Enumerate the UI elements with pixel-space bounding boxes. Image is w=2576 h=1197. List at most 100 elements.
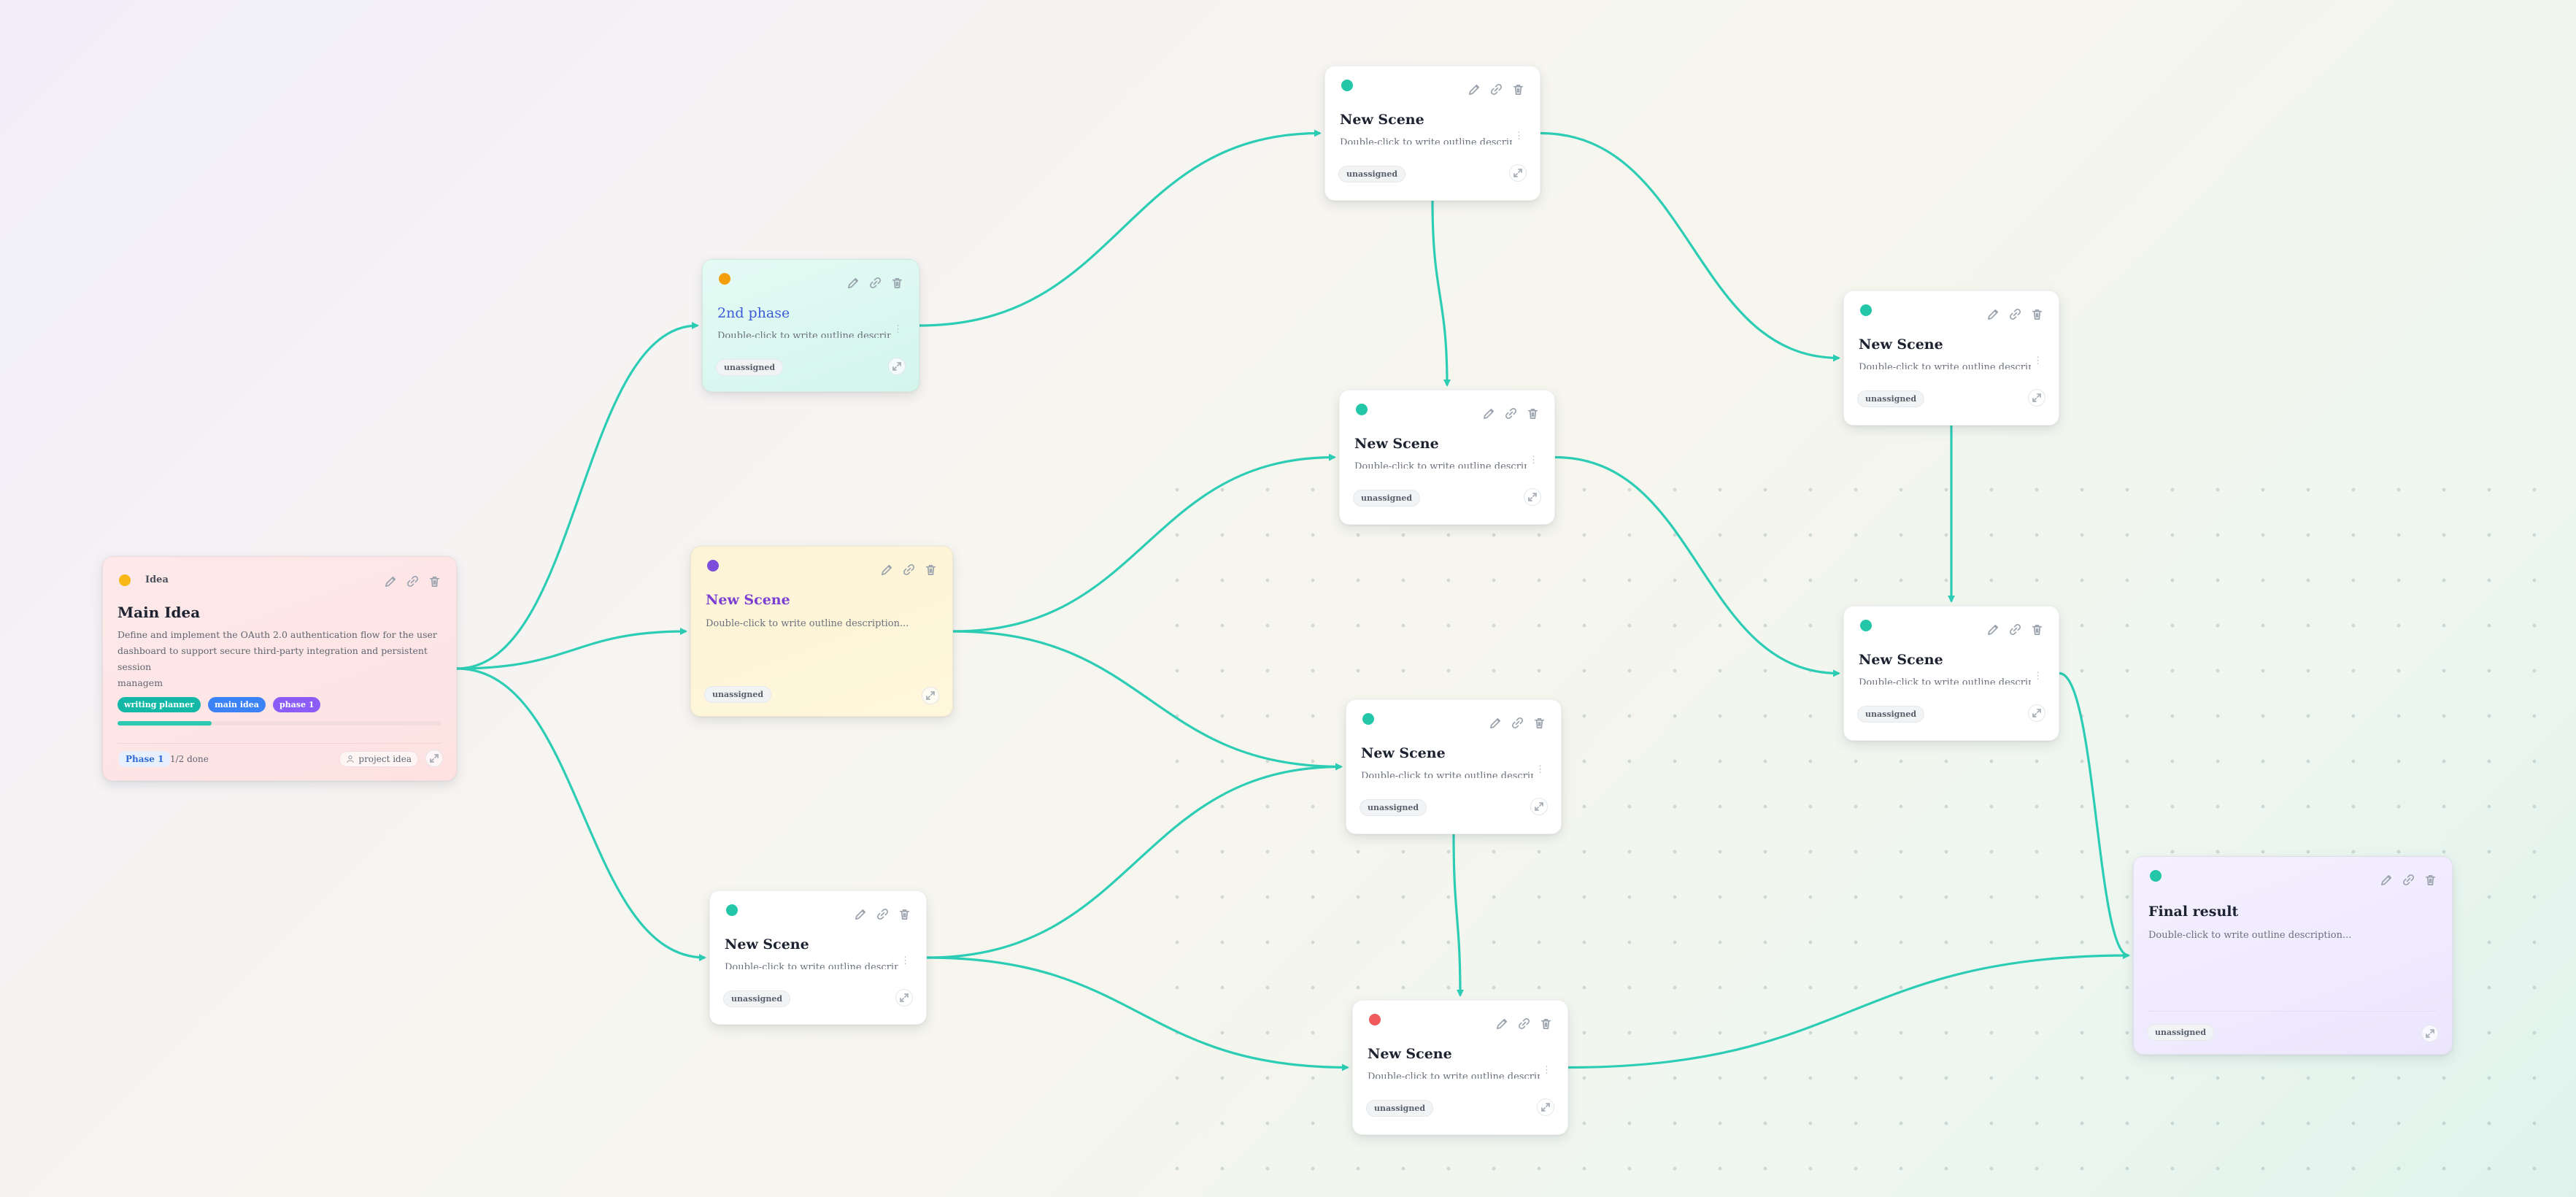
assignee-badge[interactable]: unassigned [1857,706,1925,723]
scene-card[interactable]: New Scene Double-click to write outline … [1352,1000,1568,1135]
expand-button[interactable] [2421,1025,2439,1042]
trash-icon[interactable] [428,574,441,588]
trash-icon[interactable] [2423,873,2437,887]
assignee-badge[interactable]: unassigned [723,990,791,1007]
node-description[interactable]: Double-click to write outline descriptio… [717,331,891,338]
trash-icon[interactable] [1532,716,1546,730]
node-description[interactable]: Double-click to write outline descriptio… [1859,362,2031,369]
trash-icon[interactable] [898,907,911,921]
edge-n5-n9[interactable] [1540,131,1840,362]
scene-card[interactable]: New Scene Double-click to write outline … [1843,290,2059,426]
node-description[interactable]: Double-click to write outline descriptio… [1859,677,2031,685]
scene-card[interactable]: New Scene Double-click to write outline … [1324,66,1540,201]
edge-n3-n6[interactable] [952,453,1336,633]
link-icon[interactable] [902,563,916,577]
more-icon[interactable]: ⋮ [1535,764,1545,775]
pencil-icon[interactable] [854,907,868,921]
more-icon[interactable]: ⋮ [893,324,903,335]
assignee-badge[interactable]: unassigned [1360,799,1427,816]
pencil-icon[interactable] [1489,716,1503,730]
link-icon[interactable] [2008,623,2022,636]
link-icon[interactable] [1489,82,1503,96]
assignee-badge[interactable]: unassigned [1353,490,1421,507]
edge-main-n4[interactable] [456,667,706,961]
node-description[interactable]: Double-click to write outline descriptio… [1354,461,1527,469]
scene-card[interactable]: New Scene Double-click to write outline … [1843,606,2059,741]
expand-button[interactable] [1530,798,1548,815]
node-description[interactable]: Double-click to write outline descriptio… [1368,1071,1540,1079]
trash-icon[interactable] [2030,307,2044,321]
expand-button[interactable] [1524,488,1541,506]
node-description[interactable]: Double-click to write outline descriptio… [725,962,898,969]
tag-phase-1[interactable]: phase 1 [272,697,321,712]
pencil-icon[interactable] [1482,407,1496,420]
expand-button[interactable] [2028,704,2045,722]
expand-button[interactable] [1537,1098,1554,1116]
expand-button[interactable] [895,989,913,1007]
link-icon[interactable] [2402,873,2415,887]
link-icon[interactable] [876,907,890,921]
link-icon[interactable] [868,276,882,290]
pencil-icon[interactable] [847,276,860,290]
expand-button[interactable] [888,358,906,375]
main-idea-card[interactable]: Idea Main Idea Define and implement the … [102,556,457,781]
edge-n3-n7[interactable] [952,630,1343,771]
edge-n4-n7[interactable] [926,763,1343,959]
assignee-badge[interactable]: unassigned [1338,166,1406,182]
link-icon[interactable] [1504,407,1518,420]
scene-card[interactable]: New Scene Double-click to write outline … [1339,390,1555,525]
more-icon[interactable]: ⋮ [1514,131,1524,142]
scene-card[interactable]: 2nd phase Double-click to write outline … [702,259,919,392]
node-description[interactable]: Double-click to write outline descriptio… [1340,137,1512,145]
node-description[interactable]: Double-click to write outline descriptio… [1361,771,1533,778]
link-icon[interactable] [2008,307,2022,321]
more-icon[interactable]: ⋮ [1529,455,1538,466]
assignee-badge[interactable]: unassigned [2147,1024,2215,1041]
expand-button[interactable] [2028,389,2045,407]
edge-main-n2[interactable] [456,322,699,670]
trash-icon[interactable] [1511,82,1525,96]
pencil-icon[interactable] [1495,1017,1509,1031]
edge-n7-n8[interactable] [1452,834,1464,997]
trash-icon[interactable] [924,563,938,577]
trash-icon[interactable] [1526,407,1540,420]
pencil-icon[interactable] [1986,307,2000,321]
edge-n5-n6[interactable] [1431,200,1451,387]
assignee-badge[interactable]: unassigned [716,359,784,376]
scene-card[interactable]: New Scene Double-click to write outline … [709,890,927,1025]
trash-icon[interactable] [890,276,904,290]
link-icon[interactable] [406,574,420,588]
pencil-icon[interactable] [384,574,398,588]
edge-n10-n11[interactable] [2059,671,2130,959]
more-icon[interactable]: ⋮ [2033,355,2043,366]
owner-chip[interactable]: project idea [339,751,418,767]
tag-writing-planner[interactable]: writing planner [117,697,201,712]
assignee-badge[interactable]: unassigned [1857,390,1925,407]
tag-main-idea[interactable]: main idea [208,697,266,712]
assignee-badge[interactable]: unassigned [1366,1100,1434,1117]
final-result-card[interactable]: Final result Double-click to write outli… [2133,856,2453,1055]
more-icon[interactable]: ⋮ [1542,1065,1551,1076]
expand-button[interactable] [1509,164,1527,182]
expand-button[interactable] [922,687,939,704]
pencil-icon[interactable] [1986,623,2000,636]
node-description[interactable]: Double-click to write outline descriptio… [2148,930,2424,941]
scene-card[interactable]: New Scene Double-click to write outline … [1346,699,1562,834]
edge-n6-n10[interactable] [1554,455,1840,677]
link-icon[interactable] [1517,1017,1531,1031]
pencil-icon[interactable] [1468,82,1481,96]
more-icon[interactable]: ⋮ [901,955,910,966]
edge-main-n3[interactable] [456,628,687,670]
edge-n4-n8[interactable] [926,956,1349,1071]
node-description[interactable]: Double-click to write outline descriptio… [706,618,925,629]
phase-badge[interactable]: Phase 1 [119,751,171,767]
expand-button[interactable] [425,750,443,767]
scene-card[interactable]: New Scene Double-click to write outline … [690,546,953,717]
pencil-icon[interactable] [880,563,894,577]
flow-canvas[interactable]: Idea Main Idea Define and implement the … [0,0,2576,1197]
link-icon[interactable] [1511,716,1524,730]
edge-n2-n5[interactable] [919,129,1322,327]
trash-icon[interactable] [2030,623,2044,636]
assignee-badge[interactable]: unassigned [704,686,772,703]
trash-icon[interactable] [1539,1017,1553,1031]
